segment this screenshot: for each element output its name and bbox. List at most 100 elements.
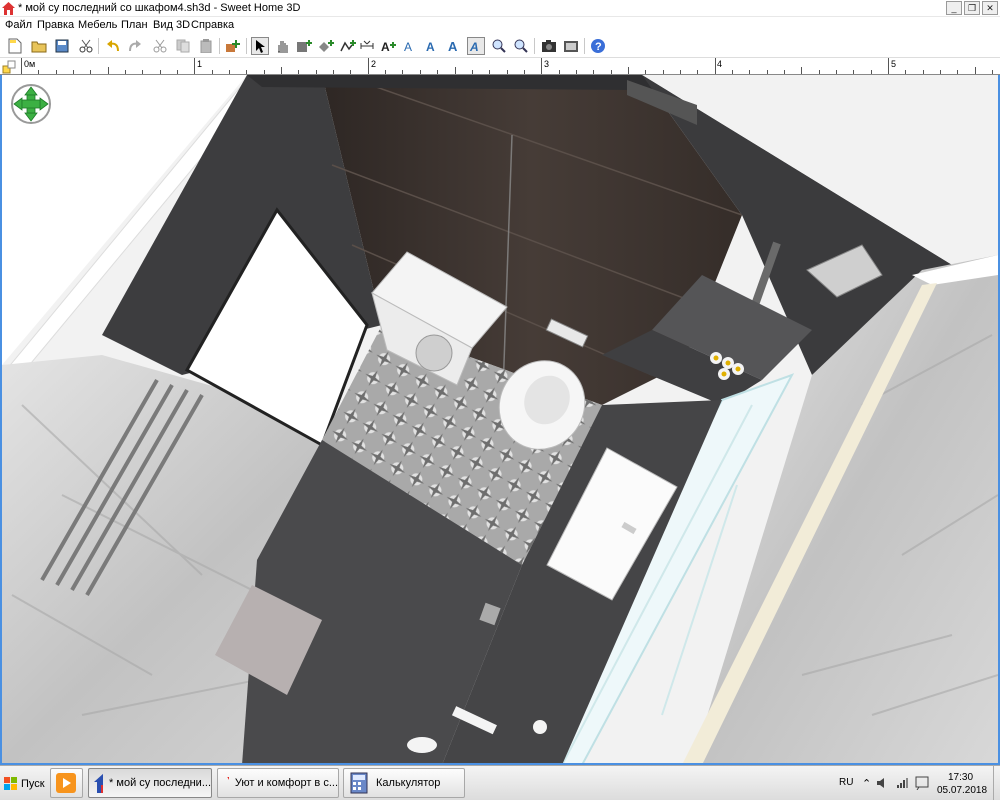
task-label-1: * мой су последни...	[109, 777, 211, 789]
text-bold-icon[interactable]: A	[423, 37, 441, 55]
create-labels-icon[interactable]: A	[379, 37, 397, 55]
open-icon[interactable]	[30, 37, 48, 55]
navigation-arrows[interactable]	[10, 83, 52, 125]
menu-file[interactable]: Файл	[5, 19, 32, 31]
save-icon[interactable]	[53, 37, 71, 55]
svg-text:A: A	[426, 40, 435, 53]
close-button[interactable]: ✕	[982, 1, 998, 15]
ruler-tick	[663, 70, 664, 74]
ruler-tick	[489, 70, 490, 74]
task-sweet-home-3d[interactable]: * мой су последни...	[88, 768, 212, 798]
undo-icon[interactable]	[104, 37, 122, 55]
ruler-tick	[229, 70, 230, 74]
ruler-label-0: 0м	[24, 59, 36, 69]
app-icon	[2, 2, 15, 15]
create-rooms-icon[interactable]	[317, 37, 335, 55]
menu-edit[interactable]: Правка	[37, 19, 74, 31]
ruler-tick	[957, 70, 958, 74]
create-video-icon[interactable]	[562, 37, 580, 55]
create-polylines-icon[interactable]	[339, 37, 357, 55]
windows-logo-icon	[4, 776, 17, 790]
create-dimensions-icon[interactable]	[359, 37, 377, 55]
calculator-icon	[350, 772, 368, 794]
help-icon[interactable]: ?	[589, 37, 607, 55]
ruler-tick	[645, 70, 646, 74]
ruler-tick	[524, 70, 525, 74]
add-furniture-icon[interactable]	[224, 37, 242, 55]
start-label: Пуск	[21, 777, 45, 790]
ruler-tick	[975, 67, 976, 74]
paste-icon[interactable]	[197, 37, 215, 55]
task-label-2: Уют и комфорт в с...	[234, 777, 338, 789]
speaker-icon[interactable]	[876, 777, 888, 789]
task-media-player[interactable]	[50, 768, 83, 798]
zoom-in-icon[interactable]	[490, 37, 508, 55]
nav-arrows-icon	[13, 86, 49, 122]
ruler-tick	[888, 58, 889, 74]
restore-button[interactable]: ❐	[964, 1, 980, 15]
ruler-tick	[576, 70, 577, 74]
clock-time[interactable]: 17:30	[948, 772, 973, 783]
ruler-tick	[559, 70, 560, 74]
ruler-tick	[194, 58, 195, 74]
create-walls-icon[interactable]	[295, 37, 313, 55]
ruler-tick	[125, 70, 126, 74]
ruler-tick	[368, 58, 369, 74]
ruler-tick	[784, 70, 785, 74]
show-desktop-button[interactable]	[993, 766, 1000, 800]
ruler-label-2: 2	[371, 59, 377, 69]
start-button[interactable]: Пуск	[1, 769, 45, 798]
action-center-icon[interactable]	[915, 776, 929, 791]
ruler-tick	[541, 58, 542, 74]
menu-furniture[interactable]: Мебель	[78, 19, 117, 31]
sweet-home-3d-icon	[94, 773, 104, 793]
ruler-label-1: 1	[197, 59, 203, 69]
ruler-tick	[316, 70, 317, 74]
redo-icon[interactable]	[126, 37, 144, 55]
zoom-out-icon[interactable]	[512, 37, 530, 55]
media-player-icon	[56, 773, 76, 793]
ruler-tick	[298, 70, 299, 74]
new-icon[interactable]	[6, 37, 24, 55]
svg-text:A: A	[448, 39, 458, 53]
cut-icon[interactable]	[77, 37, 95, 55]
ruler-tick	[749, 70, 750, 74]
ruler-tick	[212, 70, 213, 74]
ruler-tick	[611, 70, 612, 74]
ruler-tick	[90, 70, 91, 74]
task-label-3: Калькулятор	[376, 777, 441, 789]
yandex-icon: Y	[227, 774, 229, 794]
tray-expand-icon[interactable]: ⌃	[862, 777, 871, 790]
text-style-icon[interactable]: A	[401, 37, 419, 55]
copy-icon[interactable]	[174, 37, 192, 55]
clock-date[interactable]: 05.07.2018	[937, 785, 987, 796]
ruler-tick	[507, 70, 508, 74]
3d-view[interactable]	[0, 75, 1000, 765]
menu-3d-view[interactable]: Вид 3D	[153, 19, 190, 31]
network-icon[interactable]	[896, 777, 908, 789]
task-calculator[interactable]: Калькулятор	[343, 768, 465, 798]
language-indicator[interactable]: RU	[839, 777, 853, 788]
window-title: * мой су последний со шкафом4.sh3d - Swe…	[18, 2, 301, 14]
text-size-icon[interactable]: A	[467, 37, 485, 55]
minimize-button[interactable]: _	[946, 1, 962, 15]
ruler-tick	[871, 70, 872, 74]
ruler-tick	[246, 70, 247, 74]
task-yandex-browser[interactable]: Y Уют и комфорт в с...	[217, 768, 339, 798]
ruler-label-5: 5	[891, 59, 897, 69]
menu-help[interactable]: Справка	[191, 19, 234, 31]
taskbar: Пуск * мой су последни... Y Уют и комфор…	[0, 765, 1000, 800]
svg-text:A: A	[381, 40, 390, 53]
cut2-icon[interactable]	[151, 37, 169, 55]
ruler-tick	[455, 67, 456, 74]
ruler-corner-icon	[2, 60, 16, 74]
select-icon[interactable]	[251, 37, 269, 55]
ruler-tick	[992, 70, 993, 74]
ruler-tick	[333, 70, 334, 74]
3d-scene[interactable]	[2, 75, 998, 765]
ruler-tick	[853, 70, 854, 74]
text-italic-icon[interactable]: A	[445, 37, 463, 55]
create-photo-icon[interactable]	[540, 37, 558, 55]
pan-icon[interactable]	[273, 37, 291, 55]
menu-plan[interactable]: План	[121, 19, 148, 31]
